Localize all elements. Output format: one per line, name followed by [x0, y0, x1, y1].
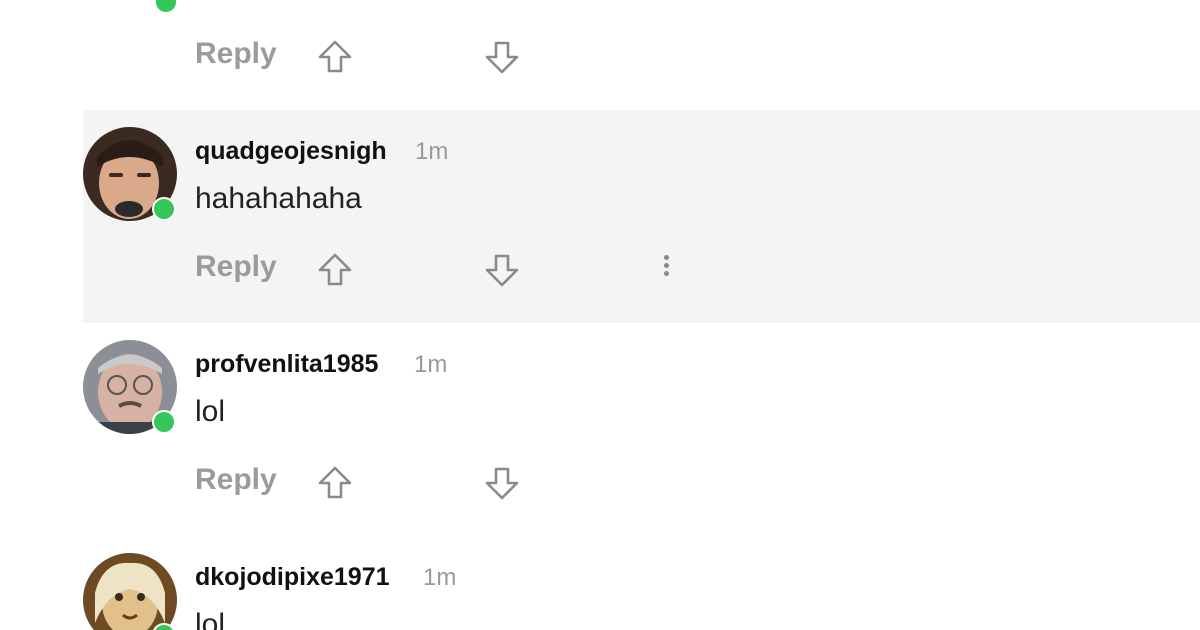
comments-feed: Reply quadgeojesnigh 1m hahahahaha Reply…: [0, 0, 1200, 630]
downvote-button[interactable]: [482, 37, 522, 77]
upvote-button[interactable]: [315, 37, 355, 77]
arrow-up-outline-icon: [318, 466, 352, 499]
arrow-down-outline-icon: [485, 41, 519, 74]
user-photo: [83, 553, 177, 630]
comment-item: dkojodipixe1971 1m lol: [83, 536, 1200, 630]
timestamp: 1m: [415, 138, 449, 165]
arrow-down-outline-icon: [485, 254, 519, 287]
reply-button[interactable]: Reply: [195, 37, 277, 71]
arrow-up-outline-icon: [318, 253, 352, 286]
online-status-icon: [152, 197, 176, 221]
username[interactable]: dkojodipixe1971: [195, 563, 390, 592]
arrow-up-outline-icon: [318, 40, 352, 73]
comment-item: profvenlita1985 1m lol Reply: [83, 323, 1200, 536]
comment-text: hahahahaha: [195, 182, 362, 215]
timestamp: 1m: [414, 351, 448, 378]
comment-text: lol: [195, 608, 226, 630]
comment-text: lol: [195, 395, 226, 428]
arrow-down-outline-icon: [485, 467, 519, 500]
vertical-ellipsis-icon: [663, 255, 669, 260]
username[interactable]: profvenlita1985: [195, 350, 378, 379]
comment-item: quadgeojesnigh 1m hahahahaha Reply: [83, 110, 1200, 323]
downvote-button[interactable]: [482, 463, 522, 503]
comment-partial: Reply: [0, 0, 1200, 108]
online-status-icon: [152, 410, 176, 434]
online-status-icon: [154, 0, 178, 14]
upvote-button[interactable]: [315, 250, 355, 290]
timestamp: 1m: [423, 564, 457, 591]
avatar[interactable]: [83, 553, 177, 630]
downvote-button[interactable]: [482, 250, 522, 290]
upvote-button[interactable]: [315, 463, 355, 503]
username[interactable]: quadgeojesnigh: [195, 137, 387, 166]
reply-button[interactable]: Reply: [195, 250, 277, 284]
more-options-button[interactable]: [656, 252, 676, 288]
reply-button[interactable]: Reply: [195, 463, 277, 497]
